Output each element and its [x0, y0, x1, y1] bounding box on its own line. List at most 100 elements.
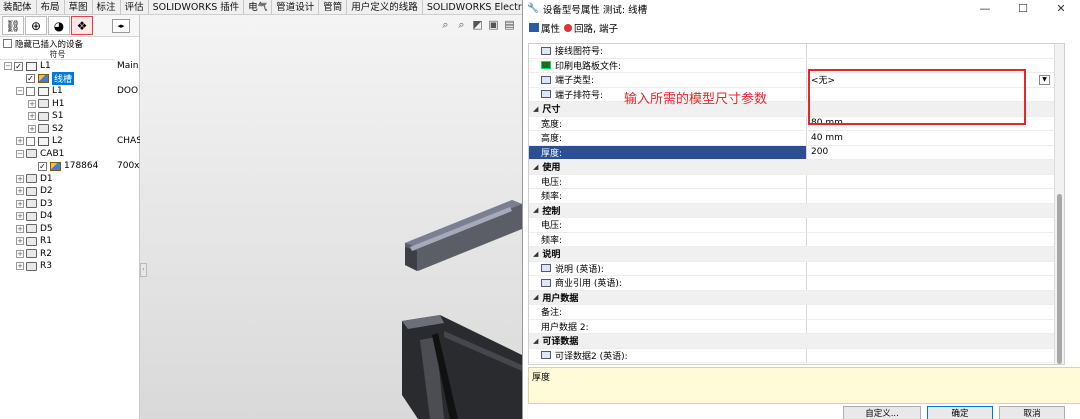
- collapse-triangle-icon[interactable]: ◢: [533, 337, 538, 345]
- property-value-field[interactable]: [807, 305, 1064, 319]
- appearance-tab-icon[interactable]: ◕: [48, 16, 70, 35]
- property-row[interactable]: 备注:: [529, 305, 1064, 320]
- property-value-field[interactable]: [807, 218, 1064, 232]
- property-row[interactable]: 频率:: [529, 232, 1064, 247]
- electrical-tab-icon[interactable]: ❖: [71, 16, 93, 35]
- property-value-field[interactable]: [807, 44, 1064, 58]
- property-category[interactable]: ◢ 用户数据: [529, 290, 1064, 305]
- crosshair-tab-icon[interactable]: ⊕: [25, 16, 47, 35]
- collapse-triangle-icon[interactable]: ◢: [533, 293, 538, 301]
- hide-inserted-checkbox[interactable]: [3, 39, 12, 48]
- property-row[interactable]: 可译数据2 (英语):: [529, 348, 1064, 363]
- property-value-field[interactable]: [807, 189, 1064, 203]
- collapse-triangle-icon[interactable]: ◢: [533, 250, 538, 258]
- property-category[interactable]: ◢ 可译数据: [529, 334, 1064, 349]
- expand-icon[interactable]: +: [28, 124, 36, 133]
- panel-scroll-arrows-icon[interactable]: ◂▸: [112, 18, 130, 33]
- maximize-button[interactable]: ☐: [1004, 0, 1042, 17]
- expand-icon[interactable]: +: [16, 174, 24, 183]
- property-row[interactable]: 接线图符号:: [529, 44, 1064, 59]
- property-value-field[interactable]: [807, 349, 1064, 363]
- property-category[interactable]: ◢ 说明: [529, 247, 1064, 262]
- menu-tab[interactable]: SOLIDWORKS 插件: [149, 0, 245, 15]
- ok-button[interactable]: 确定: [927, 406, 993, 419]
- tree-item[interactable]: + S2: [0, 123, 139, 136]
- tree-item[interactable]: ✓ 线槽: [0, 72, 139, 86]
- tree-item[interactable]: + D4: [0, 210, 139, 223]
- property-category[interactable]: ◢ 使用: [529, 160, 1064, 175]
- expand-icon[interactable]: +: [16, 212, 24, 221]
- tree-item[interactable]: + S1: [0, 110, 139, 123]
- tree-item[interactable]: + H1: [0, 98, 139, 111]
- menu-tab[interactable]: 管筒: [319, 0, 348, 15]
- tree-item-checkbox[interactable]: [26, 136, 35, 146]
- menu-tab[interactable]: 草图: [65, 0, 93, 15]
- collapse-icon[interactable]: −: [16, 87, 24, 96]
- property-value-field[interactable]: [807, 175, 1064, 189]
- property-row[interactable]: 厚度: 200: [529, 145, 1064, 160]
- tree-item-checkbox[interactable]: ✓: [38, 161, 47, 171]
- menu-tab[interactable]: 评估: [121, 0, 149, 15]
- menu-tab[interactable]: 电气: [244, 0, 273, 15]
- property-value-field[interactable]: [807, 233, 1064, 247]
- menu-tab[interactable]: 用户定义的线路: [347, 0, 423, 15]
- tree-item[interactable]: − ✓ L1 Main: [0, 60, 139, 73]
- scrollbar-thumb[interactable]: [1057, 194, 1062, 364]
- tree-item[interactable]: + D5: [0, 223, 139, 236]
- expand-icon[interactable]: +: [16, 237, 24, 246]
- property-grid-scrollbar[interactable]: [1054, 44, 1064, 364]
- property-row[interactable]: 用户数据 2:: [529, 319, 1064, 334]
- graphics-viewport[interactable]: ⌕ ⌕ ◩ ▣ ▤ ›: [140, 15, 522, 419]
- menu-tab[interactable]: 标注: [93, 0, 121, 15]
- tree-item[interactable]: − L1 DOO: [0, 85, 139, 98]
- tree-item[interactable]: + R2: [0, 248, 139, 261]
- expand-icon[interactable]: +: [16, 187, 24, 196]
- tab-circuits-terminals[interactable]: 回路, 端子: [564, 21, 618, 35]
- tab-properties[interactable]: 属性: [529, 21, 560, 35]
- property-category[interactable]: ◢ 控制: [529, 203, 1064, 218]
- property-value-field[interactable]: [807, 276, 1064, 290]
- tree-item[interactable]: + L2 CHAS: [0, 135, 140, 148]
- menu-tab[interactable]: 装配体: [0, 0, 37, 15]
- property-row[interactable]: 高度: 40 mm: [529, 131, 1064, 146]
- cancel-button[interactable]: 取消: [999, 406, 1065, 419]
- tree-item[interactable]: + D1: [0, 173, 139, 186]
- property-row[interactable]: 电压:: [529, 218, 1064, 233]
- tree-item[interactable]: + R1: [0, 235, 139, 248]
- property-value-field[interactable]: 200: [807, 146, 1064, 160]
- dropdown-arrow-icon[interactable]: ▼: [1039, 75, 1050, 85]
- expand-icon[interactable]: +: [16, 199, 24, 208]
- tree-item[interactable]: + D2: [0, 185, 139, 198]
- tree-item-checkbox[interactable]: ✓: [14, 61, 23, 71]
- minimize-button[interactable]: —: [966, 0, 1004, 17]
- tree-item-checkbox[interactable]: [26, 86, 35, 96]
- expand-icon[interactable]: +: [16, 249, 24, 258]
- customize-button[interactable]: 自定义...: [843, 406, 921, 419]
- property-row[interactable]: 电压:: [529, 174, 1064, 189]
- expand-icon[interactable]: +: [16, 137, 24, 146]
- hide-inserted-devices[interactable]: 隐藏已插入的设备: [0, 37, 139, 50]
- property-row[interactable]: 商业引用 (英语):: [529, 276, 1064, 291]
- menu-tab[interactable]: 管道设计: [272, 0, 320, 15]
- collapse-icon[interactable]: −: [4, 62, 12, 71]
- collapse-triangle-icon[interactable]: ◢: [533, 206, 538, 214]
- expand-icon[interactable]: +: [28, 112, 36, 121]
- property-value-field[interactable]: 40 mm: [807, 131, 1064, 145]
- collapse-triangle-icon[interactable]: ◢: [533, 105, 538, 113]
- expand-icon[interactable]: +: [28, 99, 36, 108]
- tree-item[interactable]: ✓ 178864 700x: [0, 160, 140, 173]
- property-row[interactable]: 说明 (英语):: [529, 261, 1064, 276]
- property-value-field[interactable]: [807, 262, 1064, 276]
- tree-item[interactable]: + D3: [0, 198, 139, 211]
- tree-item[interactable]: + R3: [0, 260, 139, 273]
- collapse-triangle-icon[interactable]: ◢: [533, 163, 538, 171]
- property-row[interactable]: 频率:: [529, 189, 1064, 204]
- tree-item[interactable]: − CAB1: [0, 148, 139, 161]
- expand-icon[interactable]: +: [16, 262, 24, 271]
- tree-item-checkbox[interactable]: ✓: [26, 74, 35, 84]
- menu-tab[interactable]: 布局: [37, 0, 65, 15]
- feature-tree-tab-icon[interactable]: ⛓: [2, 16, 24, 35]
- close-button[interactable]: ✕: [1042, 0, 1080, 17]
- property-value-field[interactable]: [807, 320, 1064, 334]
- panel-collapse-handle[interactable]: ›: [140, 263, 147, 277]
